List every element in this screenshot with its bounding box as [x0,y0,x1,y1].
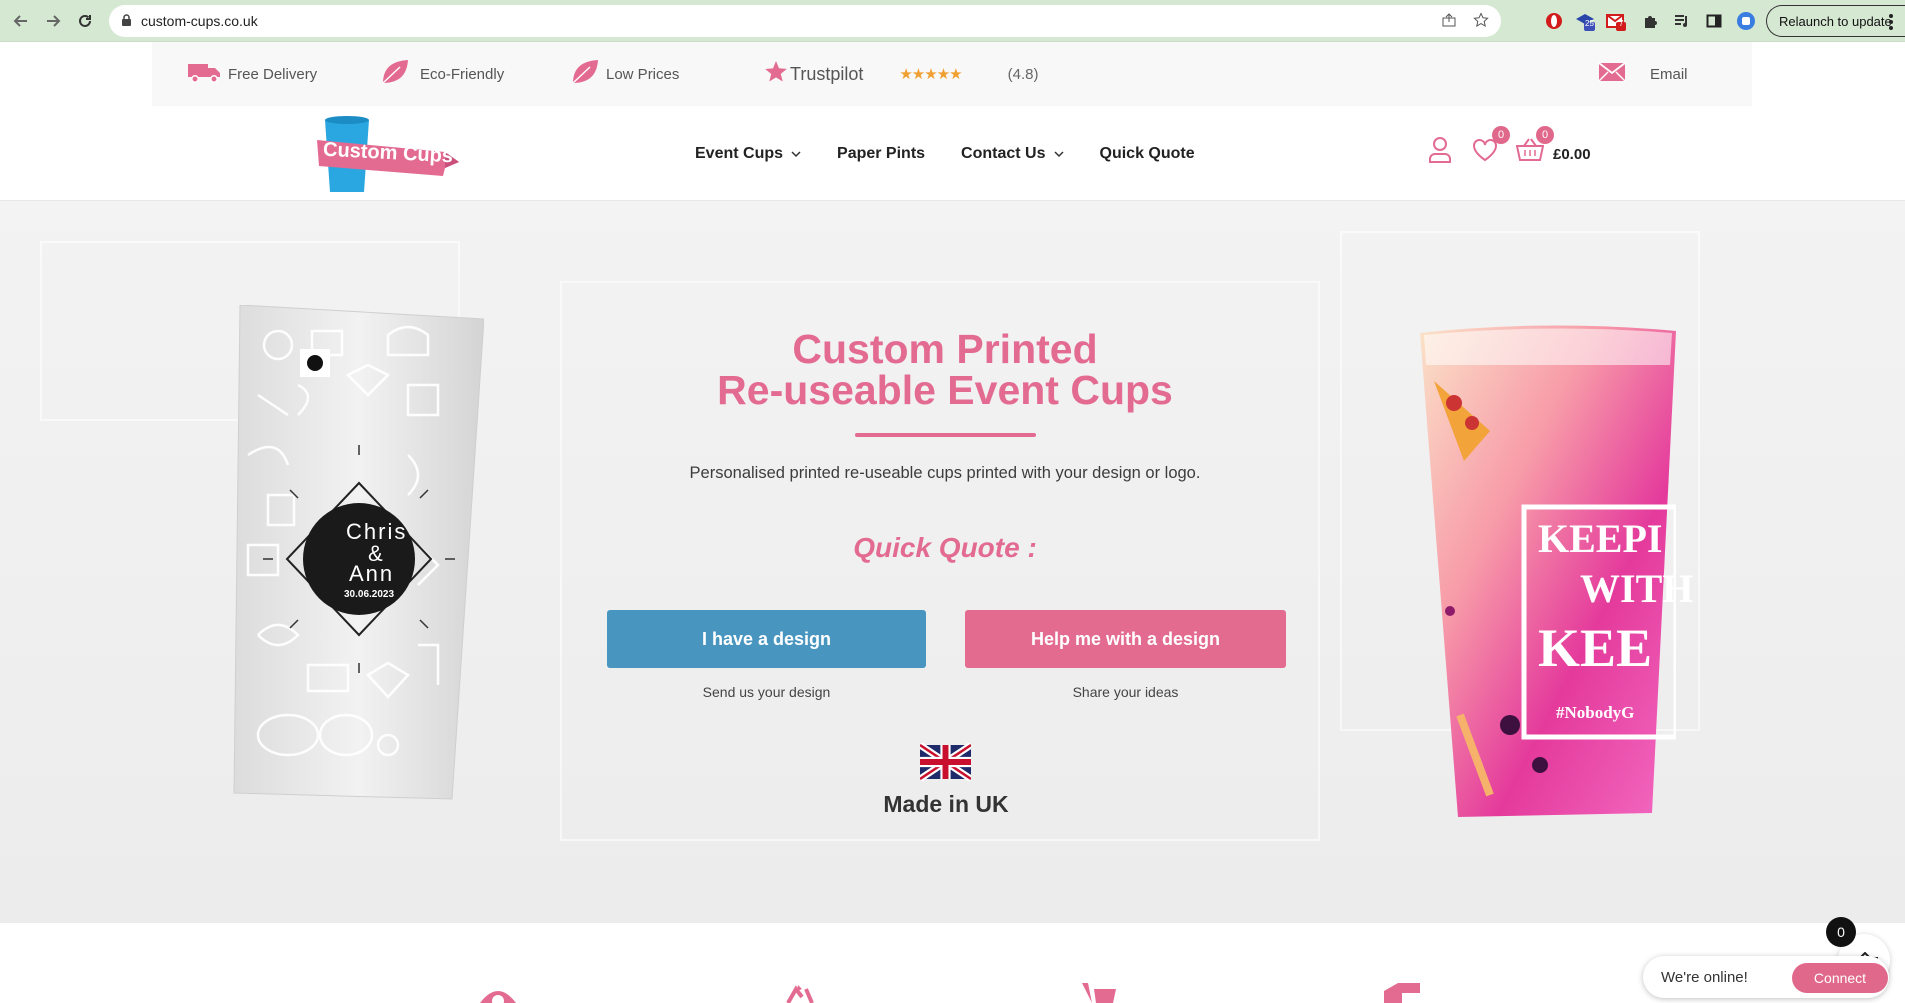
profile-avatar-icon[interactable] [1735,10,1757,32]
trustpilot-label: Trustpilot [790,63,864,84]
uk-flag-icon [918,742,973,782]
extension-badge: 25 [1585,19,1594,28]
chevron-down-icon [1053,145,1064,163]
opera-extension-icon[interactable] [1543,10,1565,32]
browser-toolbar: custom-cups.co.uk 25 7 Relaunch to updat… [0,0,1905,42]
nav-quick-quote[interactable]: Quick Quote [1100,145,1195,163]
nav-paper-pints[interactable]: Paper Pints [837,145,925,163]
share-icon[interactable] [1441,12,1457,33]
help-design-button[interactable]: Help me with a design [965,610,1286,668]
nav-label: Quick Quote [1099,144,1195,162]
wishlist-heart-icon[interactable] [1472,138,1498,167]
hero-title-line: Re-useable Event Cups [717,367,1173,413]
cup-print-text: KEE [1538,618,1653,678]
envelope-icon [1598,62,1626,86]
cup-print-text: WITH [1580,566,1694,611]
relaunch-button[interactable]: Relaunch to update [1766,5,1905,37]
right-cup-image: KEEPI WITH KEE #NobodyG [1420,325,1693,817]
cup-print-text: Ann [349,561,395,586]
have-design-caption: Send us your design [702,684,831,700]
cart-total[interactable]: £0.00 [1553,146,1591,163]
nav-label: Paper Pints [837,144,926,162]
reload-icon[interactable] [73,9,97,33]
left-cup-image: Chris & Ann 30.06.2023 [228,304,485,801]
hero-title: Custom Printed Re-useable Event Cups [620,329,1270,411]
hero-subtitle: Personalised printed re-useable cups pri… [689,464,1201,482]
have-design-button[interactable]: I have a design [607,610,926,668]
hero-section: Chris & Ann 30.06.2023 KEEPI WITH KEE #N… [0,201,1905,923]
help-design-caption: Share your ideas [1072,684,1179,700]
site-header: Custom Cups Event Cups Paper Pints Conta… [0,106,1905,201]
email-link[interactable]: Email [1598,42,1688,106]
info-label: Eco-Friendly [420,65,505,83]
back-icon[interactable] [9,9,33,33]
floating-cart-count: 0 [1826,917,1856,947]
user-account-icon[interactable] [1428,136,1452,169]
nav-event-cups[interactable]: Event Cups [695,145,801,163]
cart-count-badge: 0 [1536,126,1554,144]
eco-friendly-item: Eco-Friendly [380,42,504,106]
graduation-extension-icon[interactable]: 25 [1574,10,1596,32]
hero-title-line: Custom Printed [792,326,1098,372]
lock-icon [121,14,132,32]
bookmark-star-icon[interactable] [1473,12,1489,33]
recycle-icon [782,983,818,1003]
cup-print-date: 30.06.2023 [344,589,395,600]
url-text: custom-cups.co.uk [141,13,258,29]
chat-status: We're online! [1661,969,1748,986]
extension-badge: 7 [1619,19,1624,28]
nav-contact-us[interactable]: Contact Us [961,144,1064,163]
side-panel-icon[interactable] [1703,10,1725,32]
made-in-uk-label: Made in UK [883,791,1009,817]
low-prices-item: Low Prices [570,42,679,106]
features-section [0,923,1905,1003]
cup-print-text: KEEPI [1538,516,1663,561]
info-bar: Free Delivery Eco-Friendly Low Prices Tr… [152,42,1752,106]
eye-icon [478,985,518,1003]
mail-extension-icon[interactable]: 7 [1605,10,1627,32]
quick-quote-heading: Quick Quote : [853,532,1037,563]
nav-label: Contact Us [961,144,1046,162]
main-nav: Event Cups Paper Pints Contact Us Quick … [695,106,1195,201]
more-menu-icon[interactable] [1888,13,1894,36]
title-divider [855,433,1036,437]
email-label: Email [1650,65,1688,83]
trustpilot-rating[interactable]: Trustpilot ★★★★★ (4.8) [764,42,1038,106]
chat-connect-button[interactable]: Connect [1792,963,1888,993]
info-label: Low Prices [606,65,680,83]
forward-icon[interactable] [41,9,65,33]
trustpilot-star-icon [764,60,788,88]
chevron-down-icon [791,145,801,163]
rating-value: (4.8) [1007,65,1039,83]
leaf-icon [380,58,410,90]
delivery-icon [1080,981,1120,1003]
address-bar[interactable]: custom-cups.co.uk [109,5,1501,37]
print-icon [1380,981,1424,1003]
leaf-icon [570,58,600,90]
site-logo[interactable]: Custom Cups [317,116,459,196]
nav-label: Event Cups [695,144,784,162]
puzzle-extension-icon[interactable] [1639,10,1661,32]
rating-stars: ★★★★★ [899,66,962,83]
chat-widget[interactable]: We're online! Connect [1643,956,1889,998]
free-delivery-item: Free Delivery [186,42,317,106]
cup-print-tag: #NobodyG [1556,703,1635,722]
delivery-truck-icon [186,60,222,88]
media-controls-icon[interactable] [1671,10,1693,32]
wishlist-count-badge: 0 [1492,126,1510,144]
info-label: Free Delivery [228,65,318,83]
